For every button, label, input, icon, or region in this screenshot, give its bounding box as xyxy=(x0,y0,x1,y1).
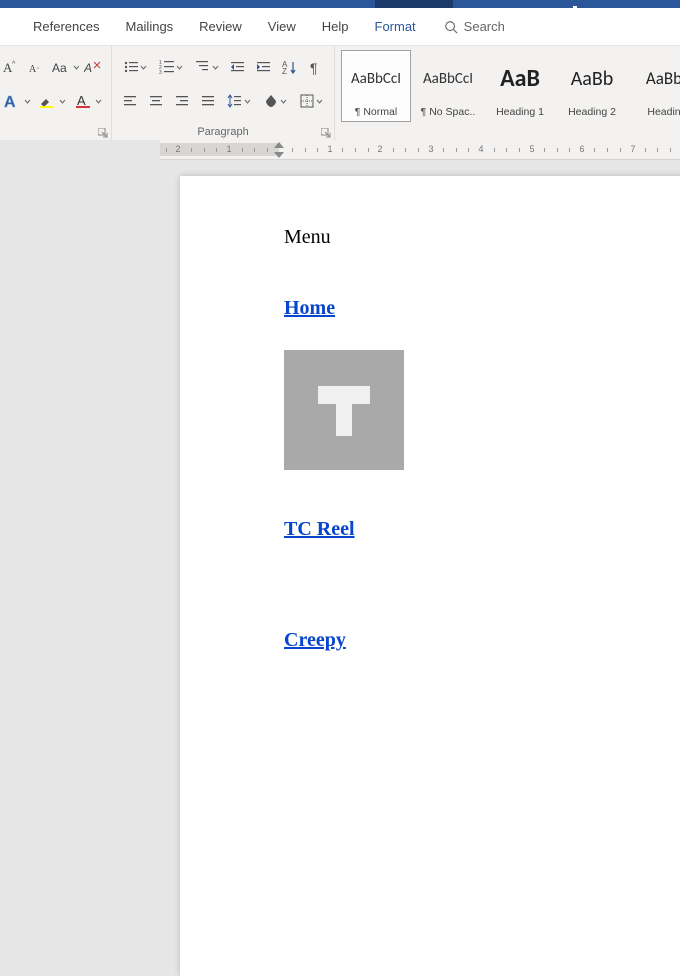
svg-text:^: ^ xyxy=(12,61,16,68)
numbering-button[interactable]: 123 xyxy=(154,55,188,79)
paragraph-group-launcher[interactable] xyxy=(321,127,331,137)
style-label: ¶ Normal xyxy=(342,106,410,118)
tab-references[interactable]: References xyxy=(20,8,112,46)
first-line-indent-marker[interactable] xyxy=(274,142,284,148)
style-tile-nospac[interactable]: AaBbCcI¶ No Spac.. xyxy=(413,50,483,122)
svg-text:A: A xyxy=(84,61,92,75)
svg-text:A: A xyxy=(29,64,37,75)
horizontal-ruler[interactable]: 2112345678 xyxy=(160,140,680,160)
ruler-number: 3 xyxy=(428,144,433,154)
svg-text:3: 3 xyxy=(159,70,162,75)
ruler-number: 2 xyxy=(377,144,382,154)
style-preview: AaBb xyxy=(558,51,626,106)
ruler-number: 7 xyxy=(630,144,635,154)
grow-font-button[interactable]: A^ xyxy=(0,55,24,79)
svg-text:Aa: Aa xyxy=(52,61,67,75)
search-icon xyxy=(444,20,458,34)
style-tile-heading2[interactable]: AaBbHeading 2 xyxy=(557,50,627,122)
ruler-number: 5 xyxy=(529,144,534,154)
paragraph-group-label: Paragraph xyxy=(112,126,334,138)
search-label: Search xyxy=(464,19,505,34)
style-preview: AaBbCcI xyxy=(342,51,410,106)
style-label: ¶ No Spac.. xyxy=(414,106,482,118)
bullets-button[interactable] xyxy=(118,55,152,79)
ruler-number: 4 xyxy=(478,144,483,154)
ruler-number: 1 xyxy=(226,144,231,154)
style-tile-heading1[interactable]: AaBHeading 1 xyxy=(485,50,555,122)
style-preview: AaBbCcI xyxy=(414,51,482,106)
align-center-button[interactable] xyxy=(144,89,168,113)
doc-image-placeholder[interactable] xyxy=(284,350,404,470)
ruler-number: 2 xyxy=(175,144,180,154)
decrease-indent-button[interactable] xyxy=(226,55,250,79)
highlight-button[interactable] xyxy=(36,89,70,113)
svg-text:¶: ¶ xyxy=(310,60,318,75)
line-spacing-button[interactable] xyxy=(222,89,256,113)
justify-button[interactable] xyxy=(196,89,220,113)
style-label: Heading 1 xyxy=(486,106,554,118)
ribbon-group-styles: AaBbCcI¶ NormalAaBbCcI¶ No Spac..AaBHead… xyxy=(335,46,680,140)
doc-link-tcreel[interactable]: TC Reel xyxy=(284,518,680,541)
shrink-font-button[interactable]: Aˇ xyxy=(26,55,50,79)
align-left-button[interactable] xyxy=(118,89,142,113)
show-paragraph-marks-button[interactable]: ¶ xyxy=(304,55,328,79)
ribbon-group-paragraph: 123 AZ ¶ Paragraph xyxy=(112,46,335,140)
svg-text:Z: Z xyxy=(282,67,287,75)
style-label: Heading 2 xyxy=(558,106,626,118)
clear-formatting-button[interactable]: A xyxy=(81,55,105,79)
style-preview: AaB xyxy=(486,51,554,106)
ruler-number: 1 xyxy=(327,144,332,154)
style-tile-headin[interactable]: AaBbHeadin xyxy=(629,50,680,122)
tab-view[interactable]: View xyxy=(255,8,309,46)
ruler-number: 6 xyxy=(579,144,584,154)
document-page[interactable]: Menu Home TC Reel Creepy xyxy=(180,176,680,976)
borders-button[interactable] xyxy=(294,89,328,113)
font-color-button[interactable]: A xyxy=(71,89,105,113)
app-titlebar xyxy=(0,0,680,8)
sort-button[interactable]: AZ xyxy=(278,55,302,79)
svg-text:A: A xyxy=(77,93,86,108)
svg-text:ˇ: ˇ xyxy=(37,68,40,75)
search-box[interactable]: Search xyxy=(444,19,505,34)
tab-review[interactable]: Review xyxy=(186,8,255,46)
ribbon-tabs: References Mailings Review View Help For… xyxy=(0,8,680,46)
workspace: 2112345678 Menu Home TC Reel Creepy xyxy=(0,140,680,656)
titlebar-tick xyxy=(573,6,577,8)
placeholder-t-stem xyxy=(336,386,352,436)
ribbon: A^ Aˇ Aa A A A 123 AZ ¶ xyxy=(0,46,680,140)
tab-mailings[interactable]: Mailings xyxy=(112,8,186,46)
change-case-button[interactable]: Aa xyxy=(52,55,79,79)
style-preview: AaBb xyxy=(630,51,680,106)
tab-help[interactable]: Help xyxy=(309,8,362,46)
align-right-button[interactable] xyxy=(170,89,194,113)
multilevel-list-button[interactable] xyxy=(190,55,224,79)
hanging-indent-marker[interactable] xyxy=(274,152,284,158)
doc-text-menu[interactable]: Menu xyxy=(284,226,680,249)
doc-link-home[interactable]: Home xyxy=(284,297,680,320)
style-label: Headin xyxy=(630,106,680,118)
increase-indent-button[interactable] xyxy=(252,55,276,79)
tab-format[interactable]: Format xyxy=(362,8,429,46)
doc-link-creepy[interactable]: Creepy xyxy=(284,629,680,652)
ribbon-group-font: A^ Aˇ Aa A A A xyxy=(0,46,112,140)
shading-button[interactable] xyxy=(258,89,292,113)
font-group-launcher[interactable] xyxy=(98,127,108,137)
text-effects-button[interactable]: A xyxy=(0,89,34,113)
style-tile-normal[interactable]: AaBbCcI¶ Normal xyxy=(341,50,411,122)
svg-text:A: A xyxy=(4,94,16,110)
titlebar-active-tab-region xyxy=(375,0,453,8)
